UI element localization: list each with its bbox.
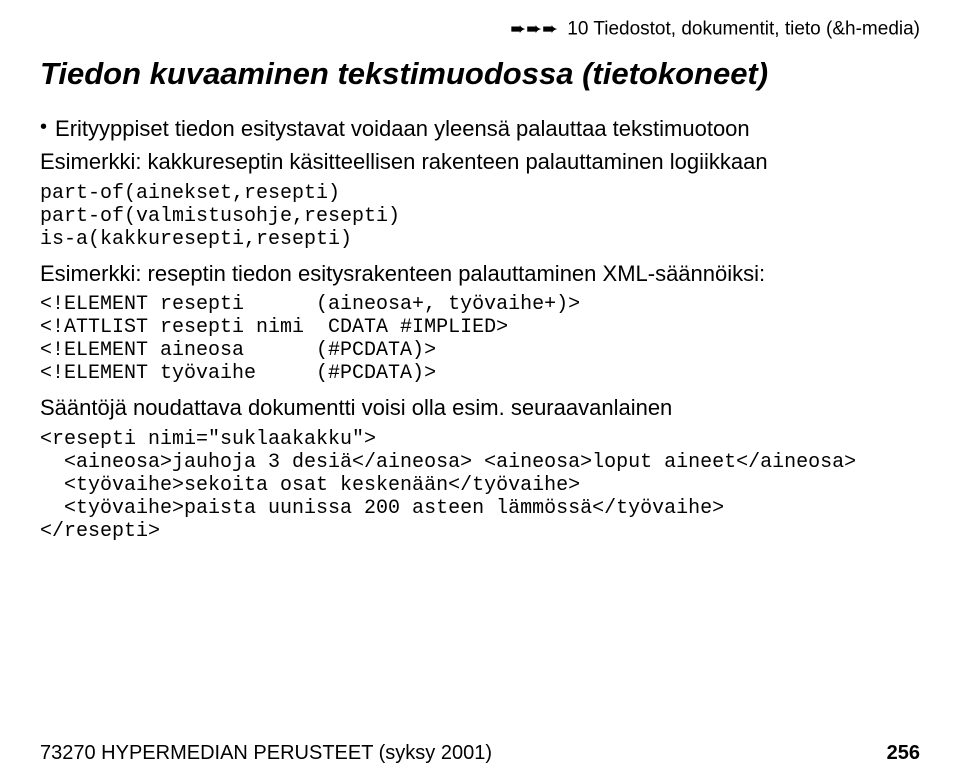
bullet-item: • Erityyppiset tiedon esitystavat voidaa… xyxy=(40,116,920,141)
page: ➨➨➨ 10 Tiedostot, dokumentit, tieto (&h-… xyxy=(0,0,960,779)
example-1-code: part-of(ainekset,resepti) part-of(valmis… xyxy=(40,182,920,251)
page-title: Tiedon kuvaaminen tekstimuodossa (tietok… xyxy=(40,55,920,92)
example-3-code: <resepti nimi="suklaakakku"> <aineosa>ja… xyxy=(40,428,920,543)
footer-page-number: 256 xyxy=(887,742,920,765)
header-breadcrumb-line: ➨➨➨ 10 Tiedostot, dokumentit, tieto (&h-… xyxy=(40,18,920,41)
bullet-text: Erityyppiset tiedon esitystavat voidaan … xyxy=(55,116,750,141)
footer: 73270 HYPERMEDIAN PERUSTEET (syksy 2001)… xyxy=(40,742,920,765)
footer-left: 73270 HYPERMEDIAN PERUSTEET (syksy 2001) xyxy=(40,742,492,765)
example-2-code: <!ELEMENT resepti (aineosa+, työvaihe+)>… xyxy=(40,293,920,385)
bullet-icon: • xyxy=(40,116,47,138)
body-text: Sääntöjä noudattava dokumentti voisi oll… xyxy=(40,395,920,421)
example-1-label: Esimerkki: kakkureseptin käsitteellisen … xyxy=(40,149,920,175)
breadcrumb-text: 10 Tiedostot, dokumentit, tieto (&h-medi… xyxy=(567,19,920,40)
arrow-icon: ➨➨➨ xyxy=(510,18,558,41)
example-2-label: Esimerkki: reseptin tiedon esitysrakente… xyxy=(40,261,920,287)
